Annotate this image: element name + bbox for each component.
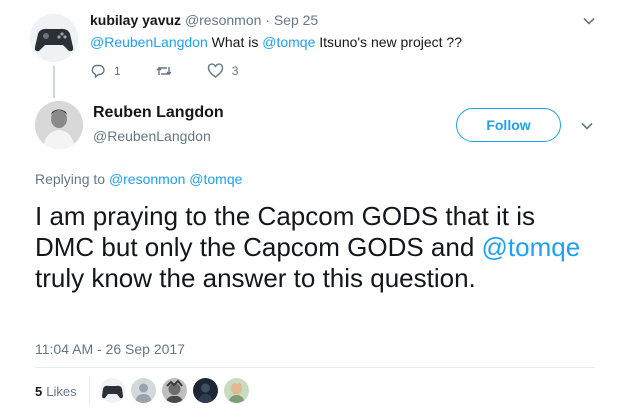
likes-label: Likes [46,384,77,399]
reply-header: kubilay yavuz @resonmon · Sep 25 [90,12,318,28]
replying-to: Replying to @resonmon @tomqe [35,171,242,187]
main-author-avatar[interactable] [35,101,83,149]
heart-icon [207,63,224,79]
like-button[interactable]: 3 [207,63,239,79]
likers-avatars [100,378,255,403]
liker-avatar[interactable] [193,378,218,403]
likes-summary[interactable]: 5 Likes [35,384,77,399]
reply-text: @ReubenLangdon What is @tomqe Itsuno's n… [90,34,462,50]
tweet-timestamp[interactable]: 11:04 AM - 26 Sep 2017 [35,341,185,357]
chevron-down-icon[interactable] [580,119,594,133]
replying-to-link-2[interactable]: @tomqe [189,171,242,187]
likes-separator [89,377,90,405]
replying-to-prefix: Replying to [35,171,109,187]
reply-mention-link[interactable]: @ReubenLangdon [90,34,208,50]
tweet-mention-link[interactable]: @tomqe [482,232,581,262]
reply-mention-link-2[interactable]: @tomqe [262,34,315,50]
thread-connector-line [53,66,55,98]
follow-button[interactable]: Follow [456,108,561,142]
tweet-text-part2: truly know the answer to this question. [35,263,476,293]
reply-author-avatar[interactable] [30,14,78,62]
main-author-name[interactable]: Reuben Langdon [93,104,224,122]
reply-author-name[interactable]: kubilay yavuz [90,12,181,28]
reply-actions: 1 3 [90,63,272,79]
main-author-handle[interactable]: @ReubenLangdon [93,128,211,144]
reply-text-middle: What is [207,34,263,50]
retweet-button[interactable] [155,63,173,79]
tweet-text-part1: I am praying to the Capcom GODS that it … [35,201,535,262]
reply-count: 1 [114,64,121,78]
reply-button[interactable]: 1 [90,63,121,79]
reply-date[interactable]: · Sep 25 [265,12,318,28]
like-count: 3 [231,64,239,78]
likes-count: 5 [35,384,43,399]
retweet-icon [155,63,173,79]
reply-icon [90,63,106,79]
chevron-down-icon[interactable] [582,14,596,28]
tweet-text: I am praying to the Capcom GODS that it … [35,201,595,294]
reply-author-handle[interactable]: @resonmon [185,12,261,28]
reply-text-end: Itsuno's new project ?? [315,34,463,50]
divider [35,367,595,368]
replying-to-link-1[interactable]: @resonmon [109,171,185,187]
liker-avatar[interactable] [131,378,156,403]
liker-avatar[interactable] [100,378,125,403]
liker-avatar[interactable] [162,378,187,403]
liker-avatar[interactable] [224,378,249,403]
